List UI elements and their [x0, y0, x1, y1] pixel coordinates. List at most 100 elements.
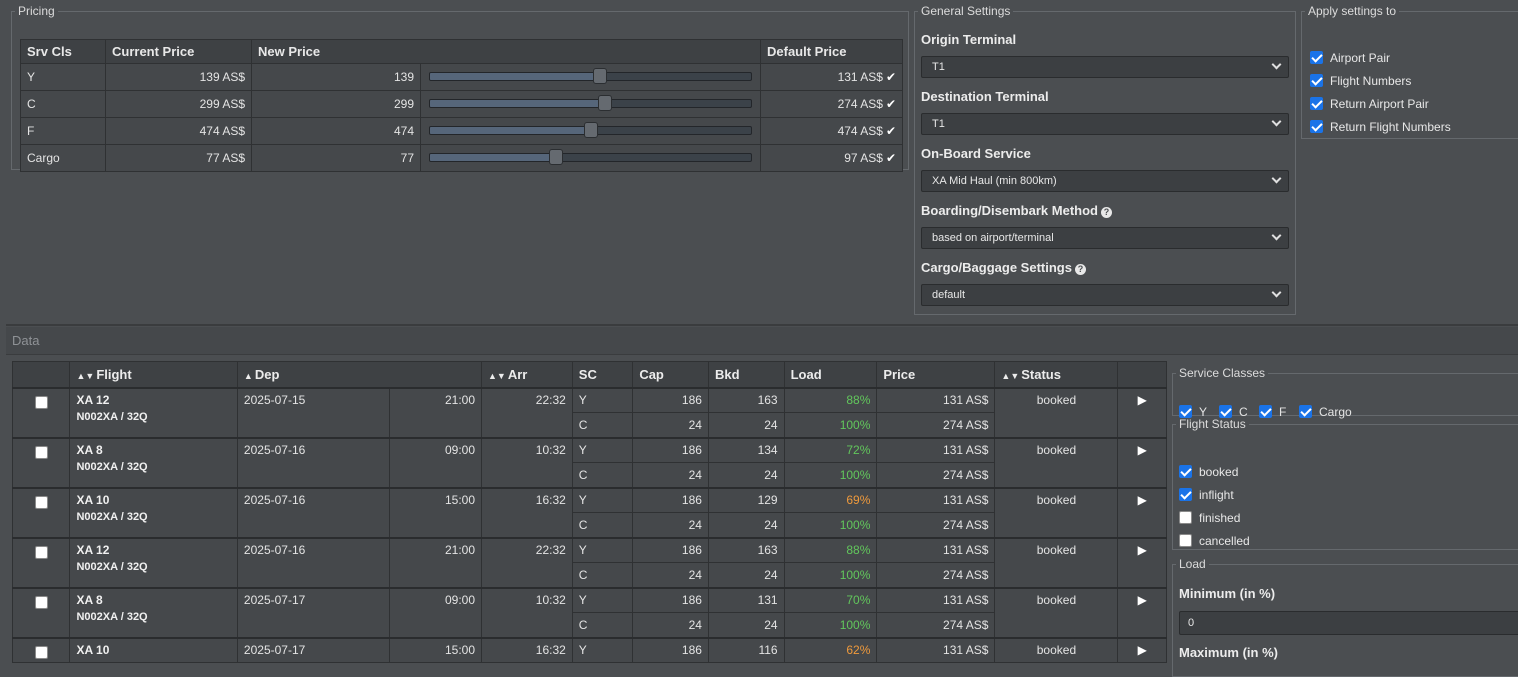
play-icon[interactable]: ▶: [1138, 493, 1147, 507]
flight-status-checkbox[interactable]: [1179, 488, 1192, 501]
dep-date: 2025-07-17: [236, 586, 391, 638]
check-icon[interactable]: ✔: [886, 97, 896, 111]
service-classes-legend: Service Classes: [1179, 366, 1266, 380]
flight-number[interactable]: XA 8: [76, 593, 230, 607]
check-icon[interactable]: ✔: [886, 70, 896, 84]
booked: 24: [707, 512, 785, 538]
apply-checkbox[interactable]: [1310, 120, 1323, 133]
play-icon[interactable]: ▶: [1138, 593, 1147, 607]
flight-status-option[interactable]: finished: [1179, 511, 1240, 527]
flight-number[interactable]: XA 10: [76, 493, 230, 507]
flight-select-checkbox[interactable]: [35, 645, 48, 659]
cargo-settings-label: Cargo/Baggage Settings?: [921, 260, 1086, 275]
price-value: 274 AS$: [876, 512, 996, 538]
flight-select-checkbox[interactable]: [35, 545, 48, 559]
aircraft-info[interactable]: N002XA / 32Q: [76, 561, 230, 573]
new-price-input[interactable]: 139: [251, 63, 421, 91]
price-slider[interactable]: [427, 145, 754, 171]
slider-handle[interactable]: [598, 95, 613, 111]
price-slider[interactable]: [427, 64, 754, 90]
check-icon[interactable]: ✔: [886, 151, 896, 165]
action-cell: ▶: [1117, 436, 1167, 488]
col-flight-label: Flight: [96, 366, 132, 382]
default-price-cell[interactable]: 97 AS$ ✔: [760, 144, 903, 172]
slider-handle[interactable]: [583, 122, 598, 138]
cargo-settings-select[interactable]: default: [921, 284, 1289, 306]
pricing-row: Cargo 77 AS$ 77 97 AS$ ✔: [20, 144, 903, 172]
col-status[interactable]: ▲▼ Status: [994, 361, 1119, 388]
flight-status-option[interactable]: inflight: [1179, 488, 1234, 504]
status-value: booked: [994, 636, 1119, 663]
boarding-method-select[interactable]: based on airport/terminal: [921, 227, 1289, 249]
action-cell: ▶: [1117, 586, 1167, 638]
check-icon[interactable]: ✔: [886, 124, 896, 138]
col-load: Load: [783, 361, 878, 388]
onboard-service-value: XA Mid Haul (min 800km): [932, 175, 1057, 187]
slider-track[interactable]: [429, 72, 752, 81]
apply-checkbox[interactable]: [1310, 97, 1323, 110]
col-arr[interactable]: ▲▼ Arr: [481, 361, 573, 388]
new-price-input[interactable]: 299: [251, 90, 421, 118]
aircraft-info[interactable]: N002XA / 32Q: [76, 461, 230, 473]
default-price-cell[interactable]: 131 AS$ ✔: [760, 63, 903, 91]
status-value: booked: [994, 436, 1119, 488]
service-class: Y: [571, 486, 634, 513]
flight-select-checkbox[interactable]: [35, 595, 48, 609]
flight-status-option[interactable]: booked: [1179, 465, 1238, 481]
aircraft-info[interactable]: N002XA / 32Q: [76, 611, 230, 623]
service-class: Y: [571, 586, 634, 613]
apply-option[interactable]: Return Airport Pair: [1310, 97, 1429, 113]
slider-track[interactable]: [429, 153, 752, 162]
flight-number[interactable]: XA 12: [76, 543, 230, 557]
flight-select-checkbox[interactable]: [35, 495, 48, 509]
col-dep[interactable]: ▲ Dep: [236, 361, 483, 388]
price-value: 274 AS$: [876, 562, 996, 588]
flight-status-option[interactable]: cancelled: [1179, 534, 1250, 550]
apply-checkbox[interactable]: [1310, 74, 1323, 87]
play-icon[interactable]: ▶: [1138, 643, 1147, 657]
play-icon[interactable]: ▶: [1138, 393, 1147, 407]
new-price-input[interactable]: 77: [251, 144, 421, 172]
arr-time: 22:32: [481, 536, 573, 588]
apply-option[interactable]: Flight Numbers: [1310, 74, 1411, 90]
destination-terminal-select[interactable]: T1: [921, 113, 1289, 135]
price-slider[interactable]: [427, 91, 754, 117]
help-icon[interactable]: ?: [1100, 207, 1112, 218]
apply-option[interactable]: Return Flight Numbers: [1310, 120, 1451, 136]
data-section-header[interactable]: Data: [6, 327, 1518, 355]
onboard-service-select[interactable]: XA Mid Haul (min 800km): [921, 170, 1289, 192]
flight-status-checkbox[interactable]: [1179, 465, 1192, 478]
data-section-title: Data: [12, 333, 40, 348]
new-price-input[interactable]: 474: [251, 117, 421, 145]
load-value: 100%: [783, 512, 878, 538]
slider-track[interactable]: [429, 99, 752, 108]
slider-handle[interactable]: [549, 149, 564, 165]
origin-terminal-value: T1: [932, 61, 945, 73]
flight-row: XA 8 N002XA / 32Q 2025-07-16 09:00 10:32 Y 186…: [11, 436, 1167, 488]
flight-number[interactable]: XA 8: [76, 443, 230, 457]
min-load-input[interactable]: 0: [1179, 611, 1518, 635]
load-value: 100%: [783, 612, 878, 638]
aircraft-info[interactable]: N002XA / 32Q: [76, 411, 230, 423]
origin-terminal-select[interactable]: T1: [921, 56, 1289, 78]
flight-number[interactable]: XA 10: [76, 643, 230, 657]
default-price-cell[interactable]: 274 AS$ ✔: [760, 90, 903, 118]
flight-status-checkbox[interactable]: [1179, 534, 1192, 547]
play-icon[interactable]: ▶: [1138, 443, 1147, 457]
default-price-cell[interactable]: 474 AS$ ✔: [760, 117, 903, 145]
col-cap: Cap: [632, 361, 709, 388]
flight-number[interactable]: XA 12: [76, 393, 230, 407]
price-slider[interactable]: [427, 118, 754, 144]
flight-select-checkbox[interactable]: [35, 395, 48, 409]
flight-select-cell: [11, 486, 71, 538]
apply-checkbox[interactable]: [1310, 51, 1323, 64]
col-flight[interactable]: ▲▼ Flight: [69, 361, 238, 388]
aircraft-info[interactable]: N002XA / 32Q: [76, 511, 230, 523]
slider-handle[interactable]: [593, 68, 608, 84]
help-icon[interactable]: ?: [1074, 264, 1086, 275]
flight-status-checkbox[interactable]: [1179, 511, 1192, 524]
apply-option[interactable]: Airport Pair: [1310, 51, 1390, 67]
flight-status-label: cancelled: [1199, 534, 1250, 548]
play-icon[interactable]: ▶: [1138, 543, 1147, 557]
flight-select-checkbox[interactable]: [35, 445, 48, 459]
